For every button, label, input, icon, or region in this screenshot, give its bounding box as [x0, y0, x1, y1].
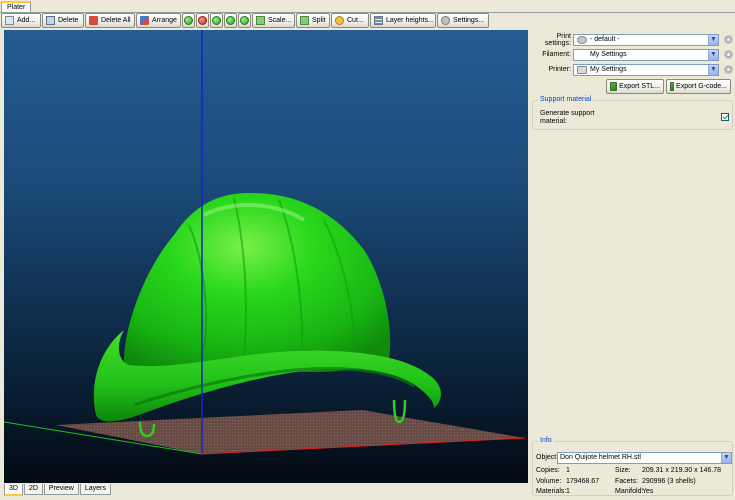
materials-value: 1 [566, 488, 570, 495]
delete-all-button[interactable]: Delete All [85, 13, 135, 28]
delete-all-label: Delete All [101, 17, 131, 24]
gear-icon[interactable] [724, 65, 733, 74]
tab-preview[interactable]: Preview [43, 484, 79, 495]
print-settings-value: - default - [590, 36, 620, 43]
layers-icon [374, 16, 383, 25]
printer-label: Printer: [548, 66, 571, 73]
add-label: Add... [17, 17, 36, 24]
export-stl-button[interactable]: Export STL... [606, 79, 664, 94]
export-gcode-label: Export G-code... [676, 83, 727, 90]
arrange-button[interactable]: Arrange [136, 13, 181, 28]
app-window: Plater Add... Delete Delete All Arrange [0, 0, 735, 500]
materials-label: Materials: [536, 488, 567, 495]
chevron-down-icon: ▼ [708, 64, 718, 75]
add-icon [5, 16, 14, 25]
volume-value: 179468.67 [566, 478, 600, 485]
delete-button[interactable]: Delete [42, 13, 84, 28]
info-group: Info Object: Don Quijote helmet RH.stl ▼… [532, 437, 733, 496]
layer-heights-label: Layer heights... [386, 17, 434, 24]
plus-icon [184, 16, 193, 25]
settings-label: Settings... [453, 17, 485, 24]
export-icon [670, 82, 675, 91]
view-tabs: 3D 2D Preview Layers [4, 484, 112, 496]
export-icon [610, 82, 618, 91]
generate-support-label: Generate support material: [540, 110, 595, 125]
gear-icon[interactable] [724, 35, 733, 44]
decrease-copies-button[interactable] [196, 13, 209, 28]
3d-scene [4, 30, 526, 455]
volume-label: Volume: [536, 478, 562, 485]
facets-label: Facets: [615, 478, 638, 485]
support-material-title: Support material [538, 96, 594, 103]
delete-all-icon [89, 16, 98, 25]
filament-row: Filament: My Settings ▼ [530, 48, 733, 61]
scale-label: Scale... [268, 17, 292, 24]
rotate-right-icon [226, 16, 235, 25]
increase-copies-button[interactable] [182, 13, 195, 28]
support-material-group: Support material Generate support materi… [532, 96, 733, 130]
printer-select[interactable]: My Settings ▼ [573, 63, 719, 76]
scale-button[interactable]: Scale... [252, 13, 295, 28]
export-stl-label: Export STL... [619, 83, 660, 90]
settings-panel: Print settings: - default - ▼ Filament: … [530, 30, 735, 500]
print-settings-select[interactable]: - default - ▼ [573, 33, 719, 46]
facets-value: 290996 (3 shells) [642, 478, 696, 485]
chevron-down-icon: ▼ [708, 34, 718, 45]
arrange-label: Arrange [152, 17, 177, 24]
object-label: Object: [536, 454, 559, 461]
filament-label: Filament: [542, 51, 571, 58]
rotate-left-button[interactable] [210, 13, 223, 28]
print-settings-row: Print settings: - default - ▼ [530, 32, 733, 47]
rotate-left-icon [212, 16, 221, 25]
delete-icon [46, 16, 55, 25]
cut-icon [335, 16, 344, 25]
printer-value: My Settings [590, 66, 627, 73]
split-icon [300, 16, 309, 25]
generate-support-checkbox[interactable] [721, 113, 729, 121]
filament-select[interactable]: My Settings ▼ [573, 48, 719, 61]
layer-heights-button[interactable]: Layer heights... [370, 13, 436, 28]
size-value: 209.31 x 219.30 x 146.78 [642, 467, 722, 474]
manifold-value: Yes [642, 488, 654, 495]
rotate-button[interactable] [238, 13, 251, 28]
rotate-right-button[interactable] [224, 13, 237, 28]
size-label: Size: [615, 467, 631, 474]
helmet-dome [123, 192, 391, 372]
chevron-down-icon: ▼ [708, 49, 718, 60]
copies-value: 1 [566, 467, 570, 474]
print-settings-label: Print settings: [544, 32, 571, 47]
gear-icon [441, 16, 450, 25]
manifold-label: Manifold: [615, 488, 644, 495]
minus-icon [198, 16, 207, 25]
info-title: Info [538, 437, 554, 444]
gear-icon[interactable] [724, 50, 733, 59]
arrange-icon [140, 16, 149, 25]
scale-icon [256, 16, 265, 25]
object-select[interactable]: Don Quijote helmet RH.stl ▼ [557, 452, 732, 464]
cut-label: Cut... [347, 17, 364, 24]
gear-icon [577, 35, 587, 44]
printer-icon [577, 65, 587, 74]
split-button[interactable]: Split [296, 13, 330, 28]
object-value: Don Quijote helmet RH.stl [560, 454, 641, 461]
copies-label: Copies: [536, 467, 560, 474]
filament-value: My Settings [590, 51, 627, 58]
tab-layers[interactable]: Layers [79, 484, 111, 495]
rotate-icon [240, 16, 249, 25]
cut-button[interactable]: Cut... [331, 13, 369, 28]
add-button[interactable]: Add... [1, 13, 41, 28]
tab-2d[interactable]: 2D [23, 484, 43, 495]
printer-row: Printer: My Settings ▼ [530, 63, 733, 76]
toolbar: Add... Delete Delete All Arrange Scale..… [0, 13, 735, 28]
split-label: Split [312, 17, 326, 24]
tab-3d[interactable]: 3D [4, 484, 23, 496]
settings-button[interactable]: Settings... [437, 13, 489, 28]
3d-viewport[interactable] [4, 30, 528, 483]
export-gcode-button[interactable]: Export G-code... [666, 79, 731, 94]
delete-label: Delete [58, 17, 79, 24]
chevron-down-icon: ▼ [721, 453, 731, 463]
